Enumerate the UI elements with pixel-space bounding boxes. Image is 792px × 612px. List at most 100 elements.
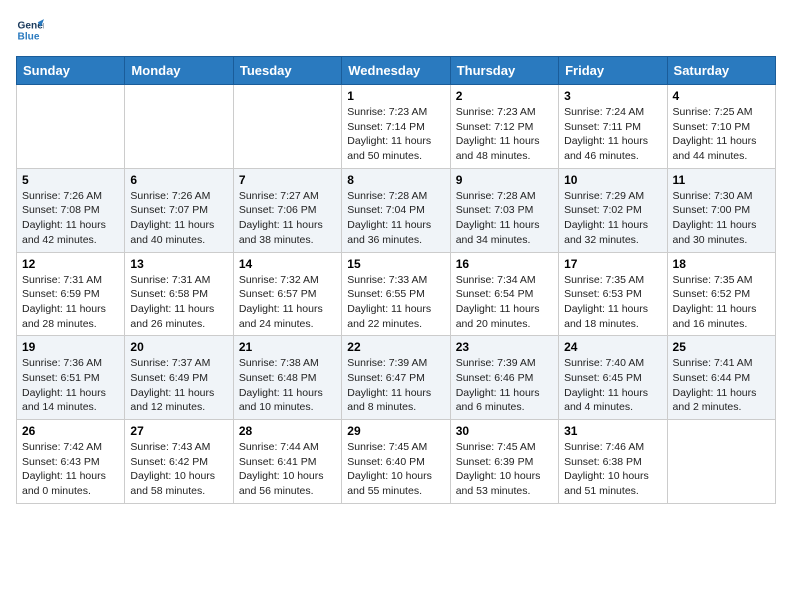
day-info: Sunrise: 7:39 AM Sunset: 6:47 PM Dayligh…: [347, 356, 444, 415]
day-info: Sunrise: 7:25 AM Sunset: 7:10 PM Dayligh…: [673, 105, 770, 164]
calendar-cell: 16 Sunrise: 7:34 AM Sunset: 6:54 PM Dayli…: [450, 252, 558, 336]
day-info: Sunrise: 7:41 AM Sunset: 6:44 PM Dayligh…: [673, 356, 770, 415]
day-info: Sunrise: 7:26 AM Sunset: 7:08 PM Dayligh…: [22, 189, 119, 248]
calendar-cell: [233, 85, 341, 169]
calendar-cell: 23 Sunrise: 7:39 AM Sunset: 6:46 PM Dayli…: [450, 336, 558, 420]
day-number: 9: [456, 173, 553, 187]
day-number: 12: [22, 257, 119, 271]
calendar-cell: 1 Sunrise: 7:23 AM Sunset: 7:14 PM Daylig…: [342, 85, 450, 169]
day-number: 14: [239, 257, 336, 271]
calendar-cell: 25 Sunrise: 7:41 AM Sunset: 6:44 PM Dayli…: [667, 336, 775, 420]
day-number: 17: [564, 257, 661, 271]
day-number: 1: [347, 89, 444, 103]
day-number: 10: [564, 173, 661, 187]
day-number: 6: [130, 173, 227, 187]
day-number: 3: [564, 89, 661, 103]
col-header-thursday: Thursday: [450, 57, 558, 85]
calendar-cell: 3 Sunrise: 7:24 AM Sunset: 7:11 PM Daylig…: [559, 85, 667, 169]
calendar-cell: 7 Sunrise: 7:27 AM Sunset: 7:06 PM Daylig…: [233, 168, 341, 252]
col-header-monday: Monday: [125, 57, 233, 85]
day-info: Sunrise: 7:28 AM Sunset: 7:03 PM Dayligh…: [456, 189, 553, 248]
day-number: 5: [22, 173, 119, 187]
day-number: 31: [564, 424, 661, 438]
col-header-saturday: Saturday: [667, 57, 775, 85]
day-number: 30: [456, 424, 553, 438]
calendar-cell: 30 Sunrise: 7:45 AM Sunset: 6:39 PM Dayli…: [450, 420, 558, 504]
page-header: General Blue: [16, 16, 776, 44]
day-number: 19: [22, 340, 119, 354]
day-number: 13: [130, 257, 227, 271]
col-header-friday: Friday: [559, 57, 667, 85]
day-info: Sunrise: 7:32 AM Sunset: 6:57 PM Dayligh…: [239, 273, 336, 332]
col-header-sunday: Sunday: [17, 57, 125, 85]
day-info: Sunrise: 7:45 AM Sunset: 6:40 PM Dayligh…: [347, 440, 444, 499]
calendar-cell: 20 Sunrise: 7:37 AM Sunset: 6:49 PM Dayli…: [125, 336, 233, 420]
calendar-cell: 9 Sunrise: 7:28 AM Sunset: 7:03 PM Daylig…: [450, 168, 558, 252]
calendar-cell: 17 Sunrise: 7:35 AM Sunset: 6:53 PM Dayli…: [559, 252, 667, 336]
calendar-cell: 6 Sunrise: 7:26 AM Sunset: 7:07 PM Daylig…: [125, 168, 233, 252]
calendar-cell: 5 Sunrise: 7:26 AM Sunset: 7:08 PM Daylig…: [17, 168, 125, 252]
day-number: 20: [130, 340, 227, 354]
day-number: 16: [456, 257, 553, 271]
day-number: 11: [673, 173, 770, 187]
day-info: Sunrise: 7:39 AM Sunset: 6:46 PM Dayligh…: [456, 356, 553, 415]
day-info: Sunrise: 7:27 AM Sunset: 7:06 PM Dayligh…: [239, 189, 336, 248]
day-number: 21: [239, 340, 336, 354]
day-number: 7: [239, 173, 336, 187]
day-number: 23: [456, 340, 553, 354]
calendar-table: SundayMondayTuesdayWednesdayThursdayFrid…: [16, 56, 776, 504]
day-info: Sunrise: 7:43 AM Sunset: 6:42 PM Dayligh…: [130, 440, 227, 499]
calendar-week-row: 19Sunrise: 7:36 AM Sunset: 6:51 PM Dayli…: [17, 336, 776, 420]
calendar-cell: 15 Sunrise: 7:33 AM Sunset: 6:55 PM Dayli…: [342, 252, 450, 336]
calendar-cell: 26 Sunrise: 7:42 AM Sunset: 6:43 PM Dayli…: [17, 420, 125, 504]
day-number: 26: [22, 424, 119, 438]
day-info: Sunrise: 7:31 AM Sunset: 6:58 PM Dayligh…: [130, 273, 227, 332]
calendar-cell: 12 Sunrise: 7:31 AM Sunset: 6:59 PM Dayli…: [17, 252, 125, 336]
day-info: Sunrise: 7:35 AM Sunset: 6:53 PM Dayligh…: [564, 273, 661, 332]
day-number: 15: [347, 257, 444, 271]
day-info: Sunrise: 7:34 AM Sunset: 6:54 PM Dayligh…: [456, 273, 553, 332]
day-info: Sunrise: 7:24 AM Sunset: 7:11 PM Dayligh…: [564, 105, 661, 164]
calendar-cell: 21 Sunrise: 7:38 AM Sunset: 6:48 PM Dayli…: [233, 336, 341, 420]
day-number: 22: [347, 340, 444, 354]
day-info: Sunrise: 7:44 AM Sunset: 6:41 PM Dayligh…: [239, 440, 336, 499]
logo: General Blue: [16, 16, 44, 44]
calendar-cell: 11Sunrise: 7:30 AM Sunset: 7:00 PM Dayli…: [667, 168, 775, 252]
calendar-cell: 28 Sunrise: 7:44 AM Sunset: 6:41 PM Dayli…: [233, 420, 341, 504]
day-number: 18: [673, 257, 770, 271]
day-number: 24: [564, 340, 661, 354]
day-number: 25: [673, 340, 770, 354]
day-info: Sunrise: 7:42 AM Sunset: 6:43 PM Dayligh…: [22, 440, 119, 499]
day-info: Sunrise: 7:38 AM Sunset: 6:48 PM Dayligh…: [239, 356, 336, 415]
col-header-wednesday: Wednesday: [342, 57, 450, 85]
day-number: 28: [239, 424, 336, 438]
col-header-tuesday: Tuesday: [233, 57, 341, 85]
day-info: Sunrise: 7:46 AM Sunset: 6:38 PM Dayligh…: [564, 440, 661, 499]
day-number: 29: [347, 424, 444, 438]
logo-icon: General Blue: [16, 16, 44, 44]
day-info: Sunrise: 7:26 AM Sunset: 7:07 PM Dayligh…: [130, 189, 227, 248]
day-info: Sunrise: 7:31 AM Sunset: 6:59 PM Dayligh…: [22, 273, 119, 332]
calendar-cell: 4 Sunrise: 7:25 AM Sunset: 7:10 PM Daylig…: [667, 85, 775, 169]
day-info: Sunrise: 7:37 AM Sunset: 6:49 PM Dayligh…: [130, 356, 227, 415]
day-number: 27: [130, 424, 227, 438]
calendar-cell: [667, 420, 775, 504]
day-info: Sunrise: 7:29 AM Sunset: 7:02 PM Dayligh…: [564, 189, 661, 248]
day-info: Sunrise: 7:28 AM Sunset: 7:04 PM Dayligh…: [347, 189, 444, 248]
calendar-cell: 27 Sunrise: 7:43 AM Sunset: 6:42 PM Dayli…: [125, 420, 233, 504]
day-info: Sunrise: 7:33 AM Sunset: 6:55 PM Dayligh…: [347, 273, 444, 332]
calendar-cell: 8Sunrise: 7:28 AM Sunset: 7:04 PM Daylig…: [342, 168, 450, 252]
calendar-header-row: SundayMondayTuesdayWednesdayThursdayFrid…: [17, 57, 776, 85]
calendar-cell: 22 Sunrise: 7:39 AM Sunset: 6:47 PM Dayli…: [342, 336, 450, 420]
calendar-cell: 14 Sunrise: 7:32 AM Sunset: 6:57 PM Dayli…: [233, 252, 341, 336]
day-number: 2: [456, 89, 553, 103]
day-info: Sunrise: 7:45 AM Sunset: 6:39 PM Dayligh…: [456, 440, 553, 499]
day-number: 4: [673, 89, 770, 103]
calendar-cell: 29 Sunrise: 7:45 AM Sunset: 6:40 PM Dayli…: [342, 420, 450, 504]
calendar-cell: 13 Sunrise: 7:31 AM Sunset: 6:58 PM Dayli…: [125, 252, 233, 336]
calendar-week-row: 1 Sunrise: 7:23 AM Sunset: 7:14 PM Daylig…: [17, 85, 776, 169]
day-info: Sunrise: 7:40 AM Sunset: 6:45 PM Dayligh…: [564, 356, 661, 415]
calendar-week-row: 5 Sunrise: 7:26 AM Sunset: 7:08 PM Daylig…: [17, 168, 776, 252]
day-info: Sunrise: 7:35 AM Sunset: 6:52 PM Dayligh…: [673, 273, 770, 332]
day-info: Sunrise: 7:23 AM Sunset: 7:14 PM Dayligh…: [347, 105, 444, 164]
